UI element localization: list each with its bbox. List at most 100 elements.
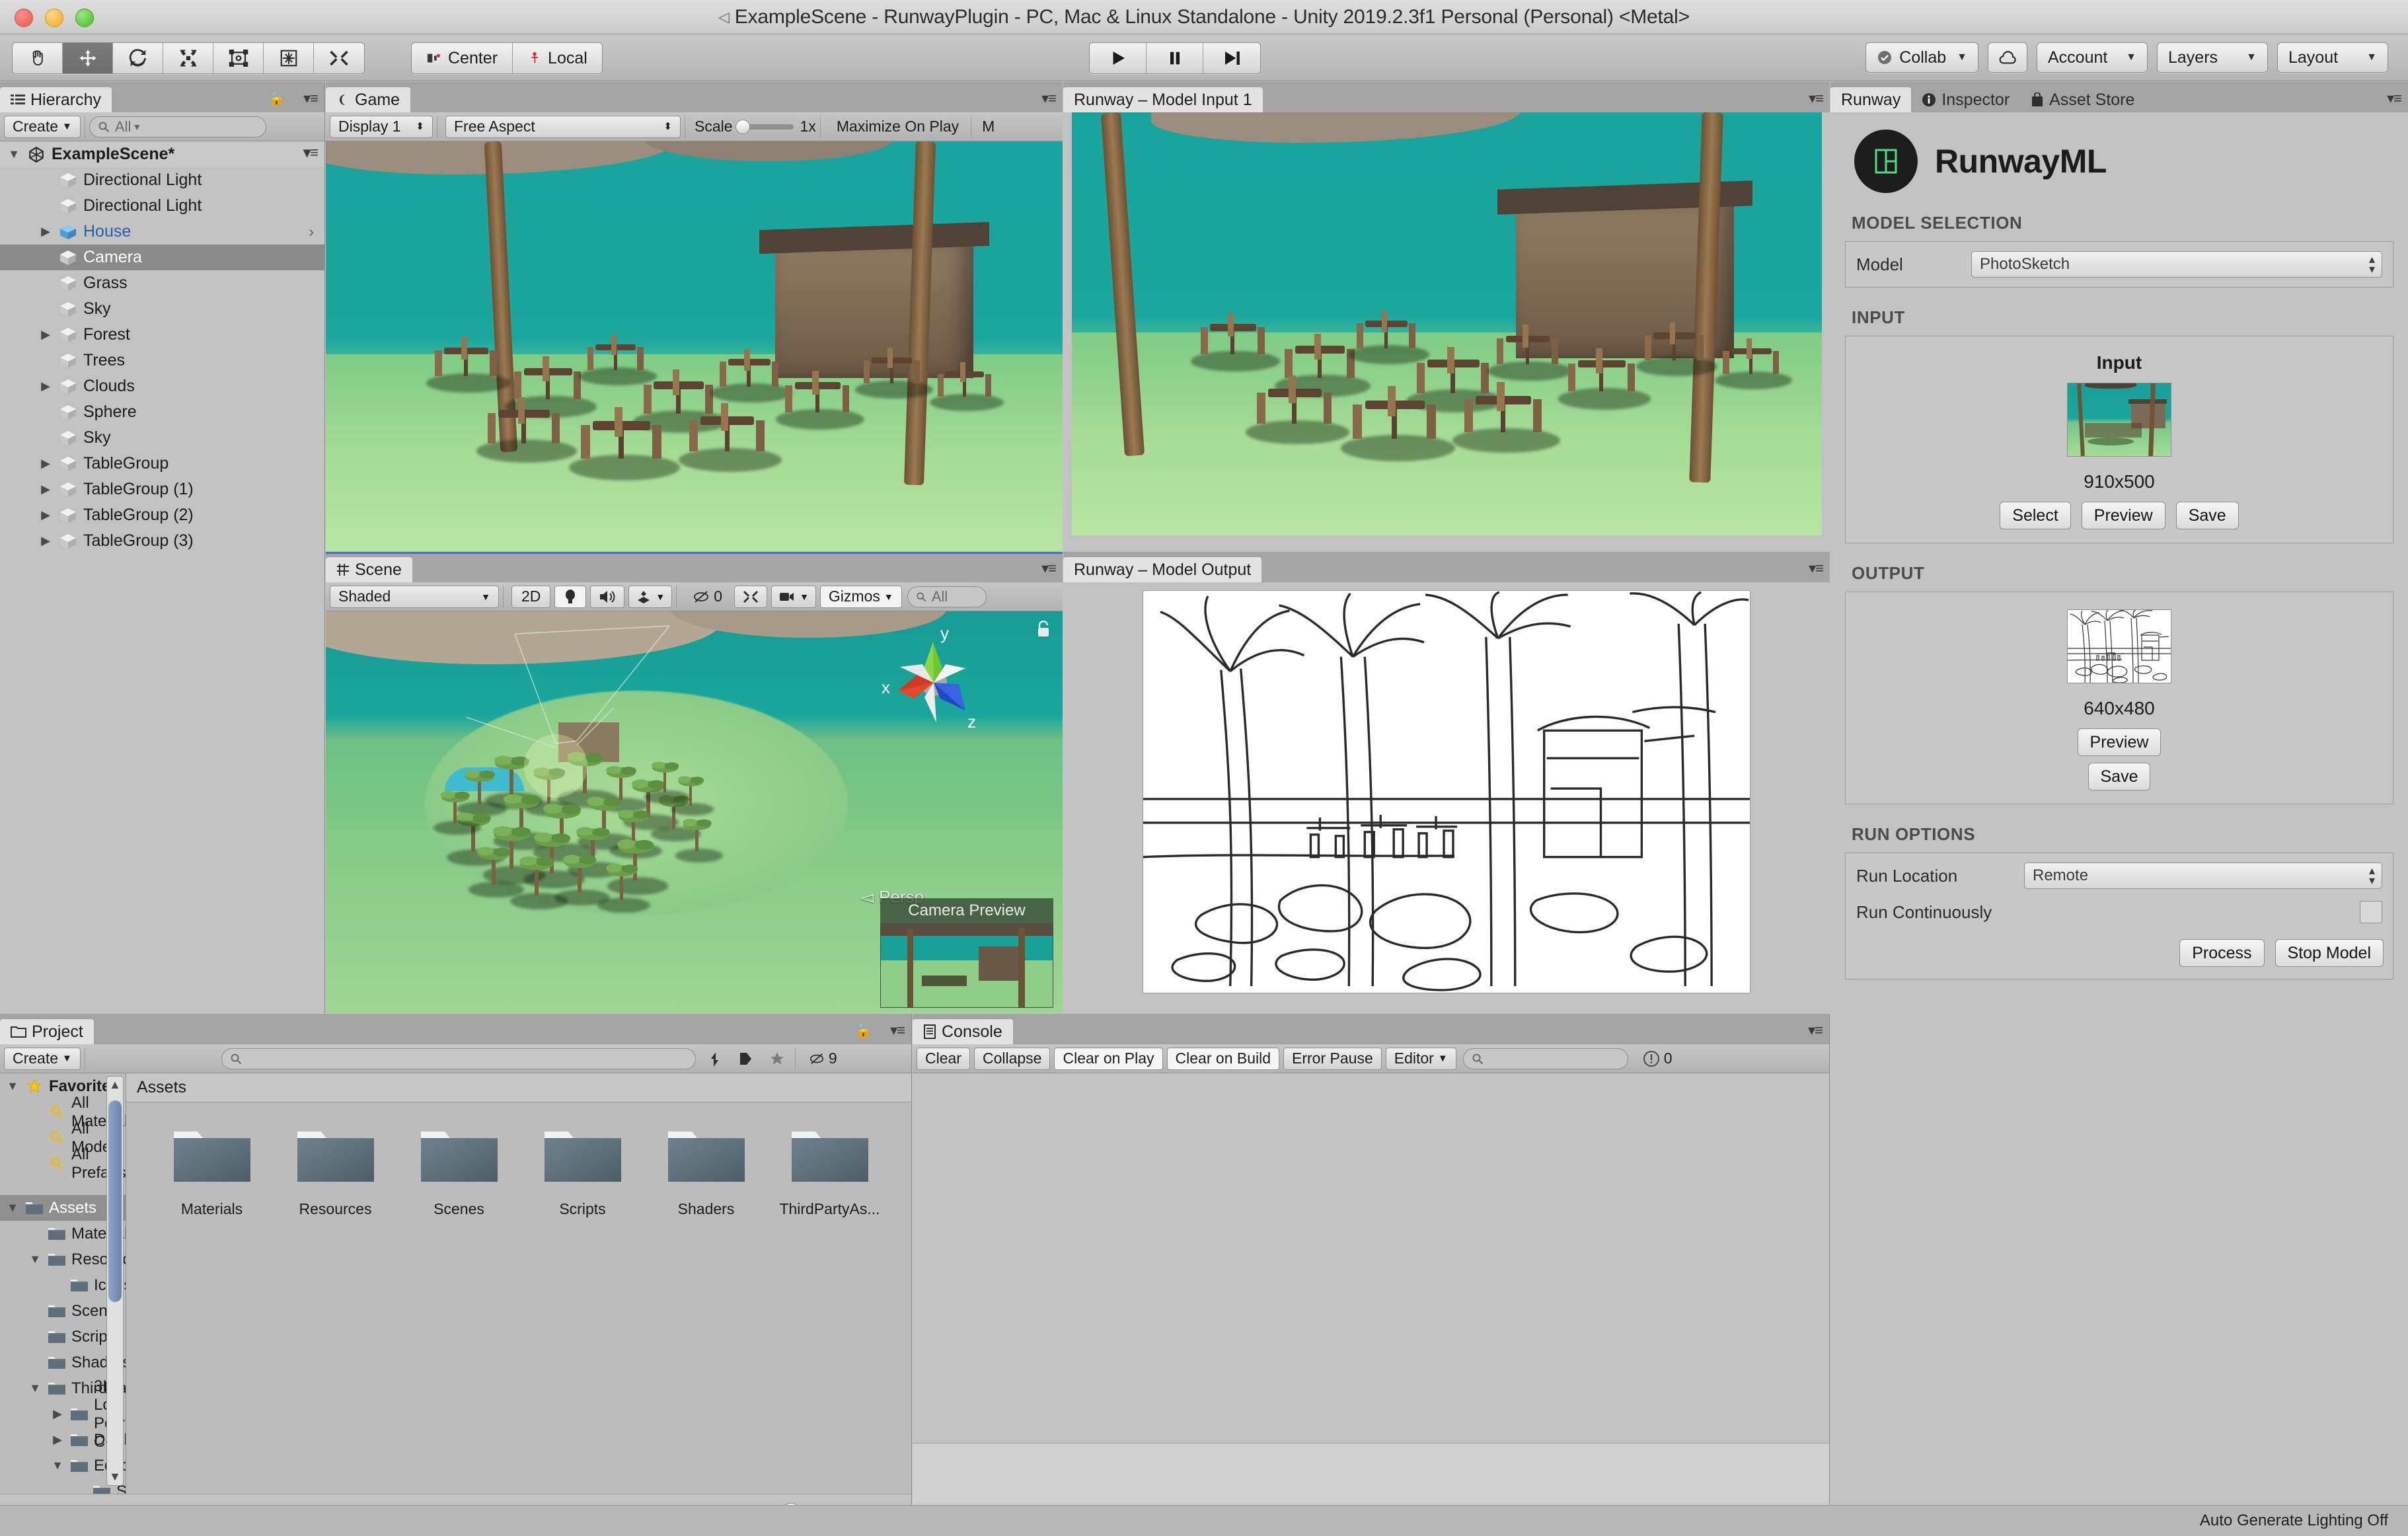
chevron-down-icon[interactable]: ▼	[5, 1079, 20, 1093]
lock-icon[interactable]	[1036, 621, 1051, 638]
asset-folder-item[interactable]: Shaders	[644, 1122, 768, 1218]
tab-inspector[interactable]: Inspector	[1911, 87, 2021, 112]
game-render-canvas[interactable]	[326, 141, 1063, 551]
hierarchy-create-button[interactable]: Create ▼	[4, 115, 81, 138]
asset-folder-item[interactable]: Scripts	[521, 1122, 644, 1218]
panel-menu-icon[interactable]: ▾≡	[1809, 560, 1824, 577]
hierarchy-scene-root[interactable]: ▼ ExampleScene* ▾≡	[0, 141, 324, 167]
run-location-dropdown[interactable]: Remote ▴ ▾	[2024, 863, 2382, 889]
scene-gizmos-dropdown[interactable]: Gizmos ▼	[819, 585, 902, 608]
panel-menu-icon[interactable]: ▾≡	[303, 90, 319, 107]
input-preview-button[interactable]: Preview	[2081, 502, 2165, 529]
chevron-right-icon[interactable]: ▶	[38, 534, 53, 548]
hierarchy-item-directional-light[interactable]: ▶Directional Light	[0, 193, 324, 219]
layout-button[interactable]: Layout ▼	[2277, 42, 2388, 73]
tab-model-output[interactable]: Runway – Model Output	[1063, 557, 1262, 582]
run-continuously-checkbox[interactable]	[2360, 901, 2382, 923]
asset-folder-item[interactable]: Scenes	[397, 1122, 521, 1218]
hierarchy-item-tablegroup-1[interactable]: ▶ TableGroup (1)	[0, 477, 324, 502]
filter-by-label-button[interactable]	[732, 1048, 759, 1070]
scene-2d-toggle[interactable]: 2D	[511, 585, 551, 608]
chevron-right-icon[interactable]: ▶	[38, 457, 53, 471]
panel-menu-icon[interactable]: ▾≡	[1808, 1022, 1823, 1039]
scene-axis-gizmo[interactable]: y x z	[878, 623, 990, 737]
project-create-button[interactable]: Create ▼	[4, 1047, 81, 1070]
project-hidden-objects[interactable]: 9	[804, 1048, 843, 1070]
rect-tool-button[interactable]	[213, 43, 264, 73]
chevron-right-icon[interactable]: ▶	[50, 1433, 65, 1447]
hierarchy-item-sky[interactable]: ▶Sky	[0, 296, 324, 322]
tab-scene[interactable]: Scene	[326, 557, 412, 582]
project-search-input[interactable]	[221, 1048, 696, 1069]
scene-camera-dropdown[interactable]: ▼	[771, 585, 816, 608]
step-button[interactable]	[1203, 43, 1260, 73]
chevron-right-icon[interactable]: ▶	[38, 225, 53, 239]
chevron-right-icon[interactable]: ▶	[38, 379, 53, 393]
hierarchy-search-input[interactable]: All ▼	[89, 116, 266, 137]
close-window-button[interactable]	[15, 9, 33, 27]
asset-folder-item[interactable]: Materials	[150, 1122, 274, 1218]
asset-folder-item[interactable]: ThirdPartyAs...	[768, 1122, 891, 1218]
chevron-right-icon[interactable]: ▶	[38, 482, 53, 496]
model-output-render[interactable]	[1143, 590, 1750, 993]
minimize-window-button[interactable]	[45, 9, 63, 27]
console-editor-dropdown[interactable]: Editor ▼	[1385, 1047, 1456, 1070]
rotate-tool-button[interactable]	[113, 43, 163, 73]
console-clear-button[interactable]: Clear	[917, 1047, 970, 1070]
scroll-down-icon[interactable]: ▼	[109, 1470, 121, 1484]
hierarchy-item-directional-light[interactable]: ▶Directional Light	[0, 167, 324, 193]
project-tree-scrollbar[interactable]: ▲ ▼	[106, 1076, 124, 1486]
tab-project[interactable]: Project	[0, 1019, 94, 1044]
hierarchy-item-trees[interactable]: ▶Trees	[0, 348, 324, 373]
input-select-button[interactable]: Select	[2000, 502, 2071, 529]
filter-by-type-button[interactable]	[700, 1048, 728, 1070]
hierarchy-item-sky[interactable]: ▶Sky	[0, 425, 324, 451]
chevron-right-icon[interactable]: ▶	[50, 1407, 65, 1421]
stop-model-button[interactable]: Stop Model	[2275, 939, 2384, 967]
hierarchy-item-clouds[interactable]: ▶ Clouds	[0, 373, 324, 399]
asset-folder-item[interactable]: Resources	[274, 1122, 397, 1218]
console-error-pause-button[interactable]: Error Pause	[1283, 1047, 1382, 1070]
tab-asset-store[interactable]: Asset Store	[2020, 87, 2146, 112]
scale-tool-button[interactable]	[163, 43, 213, 73]
chevron-right-icon[interactable]: ▶	[38, 328, 53, 342]
cloud-button[interactable]	[1988, 42, 2027, 73]
tab-hierarchy[interactable]: Hierarchy	[0, 87, 112, 112]
layers-button[interactable]: Layers ▼	[2157, 42, 2268, 73]
chevron-down-icon[interactable]: ▼	[50, 1459, 65, 1473]
panel-menu-icon[interactable]: ▾≡	[1041, 90, 1057, 107]
scene-shading-dropdown[interactable]: Shaded ▼	[330, 585, 499, 608]
tab-console[interactable]: Console	[913, 1019, 1013, 1044]
hierarchy-item-tablegroup[interactable]: ▶ TableGroup	[0, 451, 324, 477]
console-clear-on-build-button[interactable]: Clear on Build	[1166, 1047, 1280, 1070]
scene-hidden-objects[interactable]: 0	[685, 586, 730, 608]
model-input-render[interactable]	[1071, 112, 1822, 535]
console-clear-on-play-button[interactable]: Clear on Play	[1054, 1047, 1163, 1070]
scene-fx-dropdown[interactable]: ▼	[628, 585, 673, 608]
console-error-count[interactable]: 0	[1635, 1048, 1680, 1070]
mute-audio-toggle[interactable]: M	[979, 116, 997, 138]
maximize-on-play-toggle[interactable]: Maximize On Play	[829, 116, 967, 138]
custom-editor-tool-button[interactable]	[314, 43, 364, 73]
scale-slider-knob[interactable]	[735, 119, 750, 134]
panel-menu-icon[interactable]: ▾≡	[1809, 90, 1824, 107]
hierarchy-item-forest[interactable]: ▶ Forest	[0, 322, 324, 348]
tab-runway[interactable]: Runway	[1830, 87, 1912, 112]
scene-audio-toggle[interactable]	[590, 585, 625, 608]
console-search-input[interactable]	[1462, 1048, 1628, 1069]
model-dropdown[interactable]: PhotoSketch ▴ ▾	[1971, 251, 2382, 278]
move-tool-button[interactable]	[63, 43, 113, 73]
pivot-mode-button[interactable]: Center	[412, 43, 513, 73]
lock-icon[interactable]: 🔓	[855, 1022, 872, 1039]
process-button[interactable]: Process	[2179, 939, 2265, 967]
console-collapse-button[interactable]: Collapse	[973, 1047, 1051, 1070]
chevron-down-icon[interactable]: ▼	[28, 1252, 42, 1266]
game-display-dropdown[interactable]: Display 1 ⬍	[330, 115, 433, 138]
output-save-button[interactable]: Save	[2088, 763, 2151, 790]
open-prefab-icon[interactable]: ›	[309, 223, 314, 241]
scene-render-canvas[interactable]: y x z ◅ Persp Camera Preview	[326, 611, 1063, 1013]
game-scale-slider[interactable]: Scale 1x	[695, 118, 816, 135]
output-preview-button[interactable]: Preview	[2077, 728, 2162, 756]
maximize-window-button[interactable]	[75, 9, 94, 27]
collab-button[interactable]: Collab ▼	[1865, 42, 1978, 73]
